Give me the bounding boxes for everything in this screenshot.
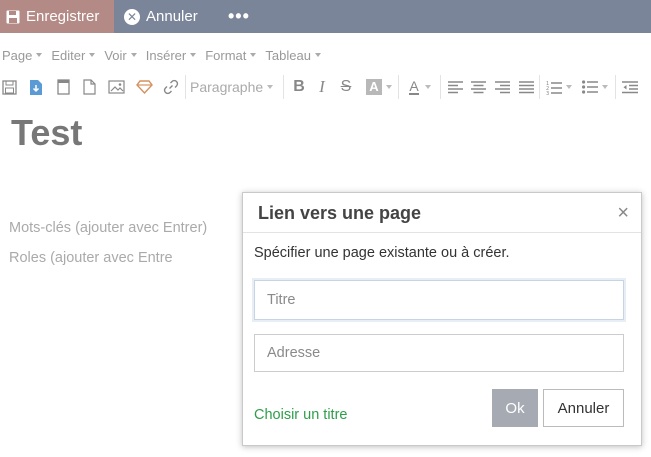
choose-title-link[interactable]: Choisir un titre — [254, 407, 347, 423]
align-center-icon[interactable] — [468, 76, 488, 98]
bullet-list-icon — [582, 80, 598, 94]
top-action-bar: Enregistrer ✕ Annuler ••• — [0, 0, 651, 33]
close-icon[interactable]: × — [617, 203, 629, 223]
menu-voir[interactable]: Voir — [104, 48, 137, 63]
align-right-icon[interactable] — [492, 76, 512, 98]
caret-down-icon — [385, 85, 392, 89]
menu-format[interactable]: Format — [205, 48, 257, 63]
toolbar-divider — [283, 75, 284, 99]
new-document-icon[interactable] — [80, 76, 98, 98]
cancel-edit-button[interactable]: ✕ Annuler — [124, 0, 198, 33]
menu-editer[interactable]: Editer — [51, 48, 96, 63]
align-justify-icon[interactable] — [516, 76, 536, 98]
caret-down-icon — [314, 53, 321, 57]
toolbar-divider — [440, 75, 441, 99]
page-title-input[interactable] — [254, 280, 624, 320]
keywords-input[interactable] — [9, 220, 239, 236]
text-color-button[interactable]: A — [403, 76, 437, 98]
save-icon[interactable] — [0, 76, 18, 98]
dialog-description: Spécifier une page existante ou à créer. — [254, 245, 510, 261]
menu-inserer[interactable]: Insérer — [146, 48, 197, 63]
caret-down-icon — [267, 85, 274, 89]
page-address-input[interactable] — [254, 334, 624, 372]
close-circle-icon: ✕ — [124, 8, 140, 25]
caret-down-icon — [602, 85, 608, 89]
image-icon[interactable] — [106, 76, 126, 98]
save-button[interactable]: Enregistrer — [0, 0, 114, 33]
caret-down-icon — [36, 53, 43, 57]
caret-down-icon — [424, 85, 431, 89]
dialog-header: Lien vers une page × — [243, 193, 641, 233]
toolbar-divider — [398, 75, 399, 99]
page-title[interactable]: Test — [11, 112, 82, 154]
toolbar-divider — [539, 75, 540, 99]
insert-page-icon[interactable] — [27, 76, 45, 98]
svg-text:3: 3 — [546, 91, 549, 95]
text-color-icon: A — [409, 78, 419, 95]
strikethrough-button[interactable]: S — [336, 76, 356, 98]
gem-icon[interactable] — [134, 76, 154, 98]
caret-down-icon — [190, 53, 197, 57]
toolbar-divider — [185, 75, 186, 99]
highlight-icon: A — [366, 79, 382, 95]
toolbar-divider — [615, 75, 616, 99]
align-left-icon[interactable] — [445, 76, 465, 98]
more-options-button[interactable]: ••• — [228, 0, 250, 33]
editor-toolbar: Paragraphe B I S A A 123 — [0, 72, 651, 102]
caret-down-icon — [566, 85, 572, 89]
bullet-list-button[interactable] — [579, 76, 611, 98]
bold-button[interactable]: B — [290, 76, 308, 98]
link-icon[interactable] — [161, 76, 181, 98]
dialog-title: Lien vers une page — [258, 203, 422, 223]
floppy-disk-icon — [6, 10, 20, 24]
link-to-page-dialog: Lien vers une page × Spécifier une page … — [242, 192, 642, 446]
block-format-select[interactable]: Paragraphe — [190, 76, 274, 98]
save-button-label: Enregistrer — [26, 8, 100, 25]
cancel-button[interactable]: Annuler — [543, 389, 624, 427]
ok-button[interactable]: Ok — [492, 389, 538, 427]
roles-input[interactable] — [9, 250, 239, 266]
template-icon[interactable] — [54, 76, 72, 98]
numbered-list-button[interactable]: 123 — [543, 76, 575, 98]
numbered-list-icon: 123 — [546, 81, 562, 95]
caret-down-icon — [250, 53, 257, 57]
menu-tableau[interactable]: Tableau — [265, 48, 321, 63]
menu-page[interactable]: Page — [2, 48, 43, 63]
caret-down-icon — [89, 53, 96, 57]
italic-button[interactable]: I — [313, 76, 331, 98]
caret-down-icon — [130, 53, 137, 57]
outdent-icon[interactable] — [620, 76, 640, 98]
cancel-edit-label: Annuler — [146, 8, 198, 25]
menubar: Page Editer Voir Insérer Format Tableau — [0, 44, 330, 66]
highlight-color-button[interactable]: A — [362, 76, 396, 98]
